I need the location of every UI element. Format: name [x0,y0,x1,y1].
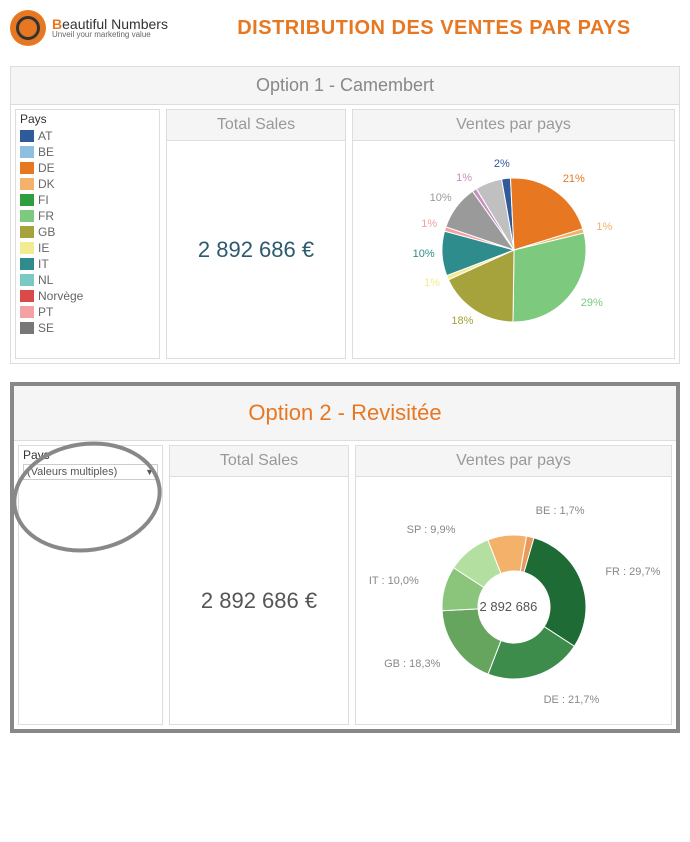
page-title: DISTRIBUTION DES VENTES PAR PAYS [188,17,680,40]
legend-swatch-icon [20,306,34,318]
legend-item[interactable]: DK [20,176,155,192]
legend-item[interactable]: BE [20,144,155,160]
legend-label: Norvège [38,289,83,303]
legend-label: PT [38,305,53,319]
legend-label: NL [38,273,53,287]
chart-data-label: IT : 10,0% [369,575,419,587]
legend-label: GB [38,225,55,239]
legend-item[interactable]: GB [20,224,155,240]
legend-swatch-icon [20,210,34,222]
legend-item[interactable]: Norvège [20,288,155,304]
chart-data-label: 1% [424,277,440,289]
country-legend-header: Pays [20,112,155,126]
country-filter-select[interactable]: (Valeurs multiples) ▼ [23,464,158,480]
legend-item[interactable]: FR [20,208,155,224]
donut-chart-panel: Ventes par pays BE : 1,7% FR : 29,7% DE : … [355,445,672,725]
legend-swatch-icon [20,226,34,238]
chart-data-label: 18% [451,315,473,327]
legend-item[interactable]: AT [20,128,155,144]
legend-item[interactable]: IT [20,256,155,272]
header: Beautiful Numbers Unveil your marketing … [10,10,680,46]
legend-swatch-icon [20,178,34,190]
legend-item[interactable]: NL [20,272,155,288]
chart-data-label: GB : 18,3% [384,658,440,670]
legend-item[interactable]: DE [20,160,155,176]
legend-swatch-icon [20,274,34,286]
country-legend-list[interactable]: Pays AT BE DE DK FI FR GB IE IT NL Norvège PT SE [15,109,160,359]
legend-item[interactable]: PT [20,304,155,320]
country-filter-value: (Valeurs multiples) [27,466,117,478]
legend-swatch-icon [20,322,34,334]
chart-data-label: SP : 9,9% [407,524,456,536]
legend-swatch-icon [20,146,34,158]
legend-label: BE [38,145,54,159]
legend-label: AT [38,129,52,143]
pie-chart-title: Ventes par pays [353,110,674,141]
total-sales-panel: Total Sales 2 892 686 € [166,109,346,359]
pie-chart-panel: Ventes par pays 2% 21% 1% 29% 18% 1% 10% 1% 10% 1… [352,109,675,359]
country-filter-panel: Pays (Valeurs multiples) ▼ [18,445,163,725]
chart-data-label: BE : 1,7% [536,505,585,517]
total-sales-panel-2: Total Sales 2 892 686 € [169,445,349,725]
chart-data-label: 1% [421,218,437,230]
logo-icon [10,10,46,46]
legend-item[interactable]: SE [20,320,155,336]
legend-label: SE [38,321,54,335]
chart-data-label: 21% [563,173,585,185]
total-sales-value-2: 2 892 686 € [201,588,317,614]
chart-data-label: 10% [413,248,435,260]
donut-chart-title: Ventes par pays [356,446,671,477]
legend-label: IE [38,241,49,255]
option1-block: Option 1 - Camembert Pays AT BE DE DK FI FR GB… [10,66,680,364]
legend-label: DK [38,177,55,191]
option2-title: Option 2 - Revisitée [14,386,676,441]
chart-data-label: 10% [430,192,452,204]
country-filter-header: Pays [23,448,158,462]
legend-swatch-icon [20,242,34,254]
brand-logo: Beautiful Numbers Unveil your marketing … [10,10,168,46]
donut-center-label: 2 892 686 [480,599,538,614]
chart-data-label: DE : 21,7% [544,694,600,706]
legend-label: FI [38,193,49,207]
chart-data-label: 2% [494,158,510,170]
chart-data-label: 1% [596,221,612,233]
chevron-down-icon: ▼ [145,467,154,477]
total-sales-title: Total Sales [167,110,345,141]
legend-label: FR [38,209,54,223]
logo-tagline: Unveil your marketing value [52,31,168,39]
pie-chart: 2% 21% 1% 29% 18% 1% 10% 1% 10% 1% [364,150,664,350]
option1-title: Option 1 - Camembert [11,67,679,105]
legend-item[interactable]: IE [20,240,155,256]
chart-data-label: 29% [581,297,603,309]
legend-label: IT [38,257,49,271]
legend-swatch-icon [20,258,34,270]
donut-chart: BE : 1,7% FR : 29,7% DE : 21,7% GB : 18,3% I… [364,486,664,716]
legend-item[interactable]: FI [20,192,155,208]
legend-label: DE [38,161,55,175]
chart-data-label: 1% [456,172,472,184]
legend-swatch-icon [20,290,34,302]
legend-swatch-icon [20,194,34,206]
chart-data-label: FR : 29,7% [605,566,660,578]
total-sales-title-2: Total Sales [170,446,348,477]
legend-swatch-icon [20,130,34,142]
total-sales-value: 2 892 686 € [198,237,314,263]
option2-block: Option 2 - Revisitée Pays (Valeurs multi… [10,382,680,733]
legend-swatch-icon [20,162,34,174]
